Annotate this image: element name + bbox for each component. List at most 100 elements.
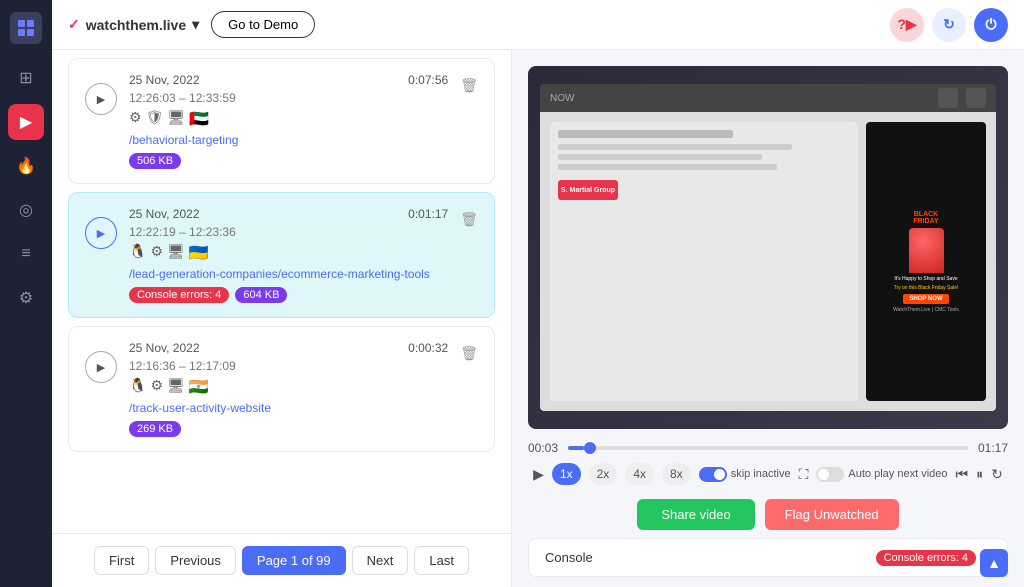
recording-info-3: 25 Nov, 2022 0:00:32 12:16:36 – 12:17:09… [129, 341, 448, 437]
skip-inactive-switch[interactable] [699, 467, 727, 482]
console-right: Console errors: 4 ▾ [876, 549, 991, 566]
settings-icon-2: ⚙ [150, 243, 163, 263]
sidebar-logo [10, 12, 42, 44]
dropdown-icon[interactable]: ▾ [192, 16, 199, 33]
brand-name: watchthem.live [86, 17, 186, 33]
recording-card-1: ▶ 25 Nov, 2022 0:07:56 12:26:03 – 12:33:… [68, 58, 495, 184]
help-icon-button[interactable]: ?▶ [890, 8, 924, 42]
shield-icon-1: 🛡 [146, 109, 164, 129]
sidebar-item-grid[interactable]: ⊞ [8, 60, 44, 96]
progress-fill [568, 446, 584, 450]
main-area: ✓ watchthem.live ▾ Go to Demo ?▶ ↻ ⏻ ▶ 2… [52, 0, 1024, 587]
speed-4x-button[interactable]: 4x [625, 463, 654, 485]
speed-1x-button[interactable]: 1x [552, 463, 581, 485]
monitor-icon-2: 🖥 [167, 243, 185, 263]
fullscreen-icon[interactable]: ⛶ [799, 466, 809, 483]
recording-duration-2: 0:01:17 [408, 207, 448, 221]
recording-time-3: 12:16:36 – 12:17:09 [129, 359, 448, 373]
recording-date-3: 25 Nov, 2022 [129, 341, 200, 355]
tux-icon-3: 🐧 [129, 377, 146, 397]
console-label: Console [545, 550, 593, 565]
skip-inactive-toggle[interactable]: skip inactive [699, 467, 791, 482]
topbar-right: ?▶ ↻ ⏻ [890, 8, 1008, 42]
video-container: NOW [528, 66, 1008, 429]
controls-row: ▶ 1x 2x 4x 8x skip inactive ⛶ Auto play … [528, 463, 1008, 485]
console-error-badge: Console errors: 4 [876, 550, 976, 566]
skip-inactive-label: skip inactive [731, 468, 791, 480]
last-page-button[interactable]: Last [414, 546, 469, 575]
video-action-buttons: Share video Flag Unwatched [512, 493, 1024, 538]
sidebar-item-list[interactable]: ≡ [8, 236, 44, 272]
check-icon: ✓ [68, 16, 80, 33]
speed-2x-button[interactable]: 2x [589, 463, 618, 485]
recording-icons-3: 🐧 ⚙ 🖥 🇮🇳 [129, 377, 448, 397]
first-page-button[interactable]: First [94, 546, 149, 575]
trash-icon-3[interactable]: 🗑 [460, 345, 478, 362]
end-time-label: 01:17 [978, 441, 1008, 455]
sidebar-item-target[interactable]: ◎ [8, 192, 44, 228]
console-bar: Console Console errors: 4 ▾ [528, 538, 1008, 577]
play-button-3[interactable]: ▶ [85, 351, 117, 383]
tux-icon-2: 🐧 [129, 243, 146, 263]
refresh-icon[interactable]: ↻ [991, 466, 1003, 483]
trash-icon-2[interactable]: 🗑 [460, 211, 478, 228]
recording-time-1: 12:26:03 – 12:33:59 [129, 91, 448, 105]
progress-track[interactable] [568, 446, 968, 450]
recording-info-2: 25 Nov, 2022 0:01:17 12:22:19 – 12:23:36… [129, 207, 448, 303]
sidebar-item-video[interactable]: ▶ [8, 104, 44, 140]
recording-icons-1: ⚙ 🛡 🖥 🇦🇪 [129, 109, 448, 129]
video-panel: NOW [512, 50, 1024, 587]
share-video-button[interactable]: Share video [637, 499, 754, 530]
recording-duration-1: 0:07:56 [408, 73, 448, 87]
previous-page-button[interactable]: Previous [155, 546, 236, 575]
recordings-list: ▶ 25 Nov, 2022 0:07:56 12:26:03 – 12:33:… [52, 50, 511, 533]
settings-icon-3: ⚙ [150, 377, 163, 397]
recordings-panel: ▶ 25 Nov, 2022 0:07:56 12:26:03 – 12:33:… [52, 50, 512, 587]
recording-meta-top-3: 25 Nov, 2022 0:00:32 [129, 341, 448, 355]
pagination: First Previous Page 1 of 99 Next Last [52, 533, 511, 587]
recording-meta-top-2: 25 Nov, 2022 0:01:17 [129, 207, 448, 221]
settings-icon-1: ⚙ [129, 109, 142, 129]
flag-icon-1: 🇦🇪 [189, 109, 209, 129]
recording-link-3[interactable]: /track-user-activity-website [129, 401, 448, 415]
recording-badges-3: 269 KB [129, 421, 448, 437]
recording-time-2: 12:22:19 – 12:23:36 [129, 225, 448, 239]
flag-icon-2: 🇺🇦 [189, 243, 209, 263]
flag-unwatched-button[interactable]: Flag Unwatched [765, 499, 899, 530]
recording-link-2[interactable]: /lead-generation-companies/ecommerce-mar… [129, 267, 448, 281]
sidebar-item-fire[interactable]: 🔥 [8, 148, 44, 184]
power-icon-button[interactable]: ⏻ [974, 8, 1008, 42]
auto-play-knob [818, 469, 829, 480]
brand-logo: ✓ watchthem.live ▾ [68, 16, 199, 33]
recording-link-1[interactable]: /behavioral-targeting [129, 133, 448, 147]
auto-play-toggle[interactable]: Auto play next video [816, 467, 947, 482]
monitor-icon-1: 🖥 [167, 109, 185, 129]
progress-thumb [584, 442, 596, 454]
trash-icon-1[interactable]: 🗑 [460, 77, 478, 94]
next-page-button[interactable]: Next [352, 546, 409, 575]
play-button-1[interactable]: ▶ [85, 83, 117, 115]
recording-meta-top-1: 25 Nov, 2022 0:07:56 [129, 73, 448, 87]
pause-icon[interactable]: ⏸ [976, 466, 983, 483]
scroll-up-button[interactable]: ▲ [980, 549, 1008, 577]
topbar: ✓ watchthem.live ▾ Go to Demo ?▶ ↻ ⏻ [52, 0, 1024, 50]
monitor-icon-3: 🖥 [167, 377, 185, 397]
recording-badges-2: Console errors: 4 604 KB [129, 287, 448, 303]
current-page-button[interactable]: Page 1 of 99 [242, 546, 346, 575]
recording-date-1: 25 Nov, 2022 [129, 73, 200, 87]
recording-duration-3: 0:00:32 [408, 341, 448, 355]
video-screenshot: NOW [528, 66, 1008, 429]
play-button-2[interactable]: ▶ [85, 217, 117, 249]
recording-badges-1: 506 KB [129, 153, 448, 169]
skip-back-icon[interactable]: ⏮ [956, 466, 969, 483]
speed-8x-button[interactable]: 8x [662, 463, 691, 485]
play-control-icon[interactable]: ▶ [533, 466, 544, 483]
auto-play-label: Auto play next video [848, 468, 947, 480]
auto-play-switch[interactable] [816, 467, 844, 482]
content-area: ▶ 25 Nov, 2022 0:07:56 12:26:03 – 12:33:… [52, 50, 1024, 587]
refresh-icon-button[interactable]: ↻ [932, 8, 966, 42]
size-badge-1: 506 KB [129, 153, 181, 169]
flag-icon-3: 🇮🇳 [189, 377, 209, 397]
sidebar-item-users[interactable]: ⚙ [8, 280, 44, 316]
go-to-demo-button[interactable]: Go to Demo [211, 11, 315, 38]
